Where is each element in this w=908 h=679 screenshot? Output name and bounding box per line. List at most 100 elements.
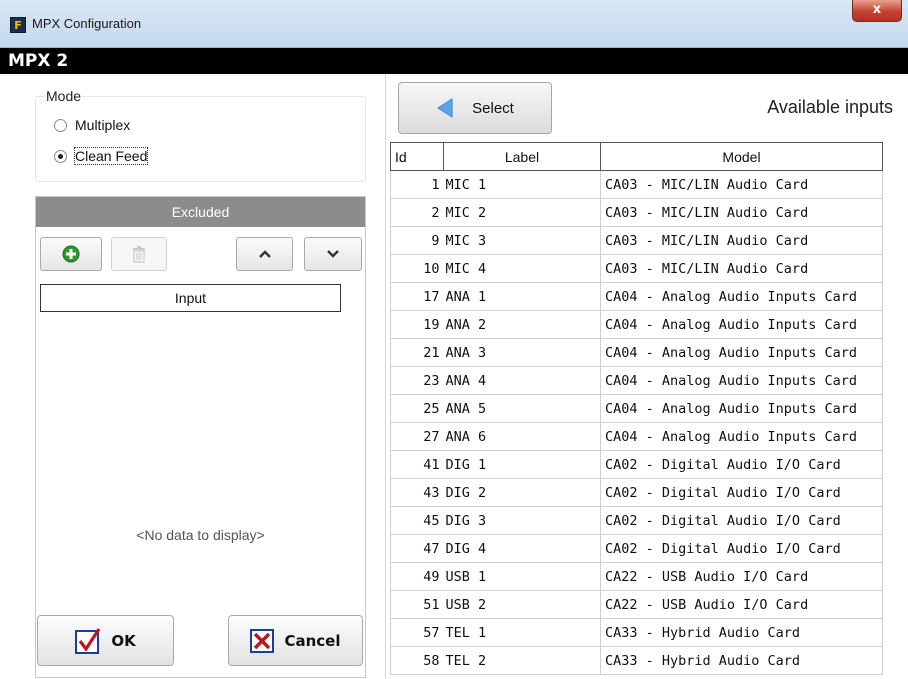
add-button[interactable] <box>40 237 102 271</box>
table-row[interactable]: 43 DIG 2 CA02 - Digital Audio I/O Card <box>390 478 883 507</box>
table-row[interactable]: 9 MIC 3 CA03 - MIC/LIN Audio Card <box>390 226 883 255</box>
row-model-cell[interactable]: CA04 - Analog Audio Inputs Card <box>600 310 883 339</box>
row-id-cell[interactable]: 21 <box>390 338 444 367</box>
close-button[interactable]: x <box>852 0 902 22</box>
row-model-cell[interactable]: CA04 - Analog Audio Inputs Card <box>600 338 883 367</box>
radio-clean-feed-label[interactable]: Clean Feed <box>73 147 149 165</box>
row-model-cell[interactable]: CA04 - Analog Audio Inputs Card <box>600 282 883 311</box>
row-label-cell[interactable]: MIC 4 <box>443 254 601 283</box>
column-header-id[interactable]: Id <box>390 142 444 171</box>
row-id-cell[interactable]: 51 <box>390 590 444 619</box>
row-label-cell[interactable]: DIG 2 <box>443 478 601 507</box>
row-label-cell[interactable]: MIC 1 <box>443 170 601 199</box>
table-row[interactable]: 19 ANA 2 CA04 - Analog Audio Inputs Card <box>390 310 883 339</box>
row-label-cell[interactable]: DIG 4 <box>443 534 601 563</box>
row-id-cell[interactable]: 47 <box>390 534 444 563</box>
table-row[interactable]: 57 TEL 1 CA33 - Hybrid Audio Card <box>390 618 883 647</box>
column-header-model[interactable]: Model <box>600 142 883 171</box>
move-up-button[interactable] <box>236 237 293 271</box>
table-row[interactable]: 49 USB 1 CA22 - USB Audio I/O Card <box>390 562 883 591</box>
row-id-cell[interactable]: 23 <box>390 366 444 395</box>
left-panel: Mode Multiplex Clean Feed Excluded Input… <box>0 74 385 679</box>
table-row[interactable]: 1 MIC 1 CA03 - MIC/LIN Audio Card <box>390 170 883 199</box>
row-id-cell[interactable]: 10 <box>390 254 444 283</box>
table-row[interactable]: 51 USB 2 CA22 - USB Audio I/O Card <box>390 590 883 619</box>
row-model-cell[interactable]: CA03 - MIC/LIN Audio Card <box>600 254 883 283</box>
radio-multiplex-indicator[interactable] <box>54 118 67 132</box>
radio-clean-feed-indicator[interactable] <box>54 149 67 163</box>
row-model-cell[interactable]: CA03 - MIC/LIN Audio Card <box>600 198 883 227</box>
row-label-cell[interactable]: USB 1 <box>443 562 601 591</box>
table-row[interactable]: 45 DIG 3 CA02 - Digital Audio I/O Card <box>390 506 883 535</box>
row-id-cell[interactable]: 1 <box>390 170 444 199</box>
row-id-cell[interactable]: 27 <box>390 422 444 451</box>
row-model-cell[interactable]: CA02 - Digital Audio I/O Card <box>600 450 883 479</box>
row-id-cell[interactable]: 17 <box>390 282 444 311</box>
row-model-cell[interactable]: CA02 - Digital Audio I/O Card <box>600 506 883 535</box>
row-id-cell[interactable]: 57 <box>390 618 444 647</box>
table-row[interactable]: 21 ANA 3 CA04 - Analog Audio Inputs Card <box>390 338 883 367</box>
row-model-cell[interactable]: CA33 - Hybrid Audio Card <box>600 618 883 647</box>
row-label-cell[interactable]: USB 2 <box>443 590 601 619</box>
table-row[interactable]: 58 TEL 2 CA33 - Hybrid Audio Card <box>390 646 883 675</box>
row-label-cell[interactable]: ANA 2 <box>443 310 601 339</box>
cancel-button[interactable]: Cancel <box>228 615 363 666</box>
table-row[interactable]: 23 ANA 4 CA04 - Analog Audio Inputs Card <box>390 366 883 395</box>
row-label-cell[interactable]: MIC 3 <box>443 226 601 255</box>
table-row[interactable]: 2 MIC 2 CA03 - MIC/LIN Audio Card <box>390 198 883 227</box>
checkmark-icon <box>75 627 101 654</box>
row-model-cell[interactable]: CA03 - MIC/LIN Audio Card <box>600 226 883 255</box>
move-down-button[interactable] <box>304 237 362 271</box>
row-label-cell[interactable]: ANA 3 <box>443 338 601 367</box>
table-row[interactable]: 27 ANA 6 CA04 - Analog Audio Inputs Card <box>390 422 883 451</box>
excluded-header: Excluded <box>36 197 365 227</box>
row-model-cell[interactable]: CA04 - Analog Audio Inputs Card <box>600 366 883 395</box>
delete-button[interactable] <box>111 237 167 271</box>
row-label-cell[interactable]: DIG 3 <box>443 506 601 535</box>
row-id-cell[interactable]: 25 <box>390 394 444 423</box>
row-label-cell[interactable]: MIC 2 <box>443 198 601 227</box>
row-model-cell[interactable]: CA04 - Analog Audio Inputs Card <box>600 422 883 451</box>
row-model-cell[interactable]: CA22 - USB Audio I/O Card <box>600 562 883 591</box>
row-id-cell[interactable]: 41 <box>390 450 444 479</box>
ok-button[interactable]: OK <box>37 615 174 666</box>
radio-multiplex-label[interactable]: Multiplex <box>75 117 130 133</box>
row-id-cell[interactable]: 43 <box>390 478 444 507</box>
arrow-left-icon <box>437 98 453 118</box>
row-id-cell[interactable]: 49 <box>390 562 444 591</box>
column-header-label[interactable]: Label <box>443 142 601 171</box>
row-label-cell[interactable]: TEL 1 <box>443 618 601 647</box>
row-label-cell[interactable]: TEL 2 <box>443 646 601 675</box>
table-row[interactable]: 17 ANA 1 CA04 - Analog Audio Inputs Card <box>390 282 883 311</box>
row-model-cell[interactable]: CA02 - Digital Audio I/O Card <box>600 534 883 563</box>
row-model-cell[interactable]: CA03 - MIC/LIN Audio Card <box>600 170 883 199</box>
excluded-panel: Excluded Input <No data to display> <box>35 196 366 678</box>
row-label-cell[interactable]: DIG 1 <box>443 450 601 479</box>
row-id-cell[interactable]: 2 <box>390 198 444 227</box>
select-button[interactable]: Select <box>398 82 552 134</box>
row-label-cell[interactable]: ANA 6 <box>443 422 601 451</box>
row-id-cell[interactable]: 9 <box>390 226 444 255</box>
trash-icon <box>133 245 145 263</box>
empty-state-text: <No data to display> <box>136 527 265 543</box>
row-model-cell[interactable]: CA33 - Hybrid Audio Card <box>600 646 883 675</box>
mode-legend: Mode <box>44 88 84 104</box>
row-id-cell[interactable]: 58 <box>390 646 444 675</box>
input-column-header[interactable]: Input <box>40 284 341 312</box>
radio-multiplex[interactable]: Multiplex <box>54 117 130 133</box>
row-label-cell[interactable]: ANA 1 <box>443 282 601 311</box>
row-model-cell[interactable]: CA22 - USB Audio I/O Card <box>600 590 883 619</box>
row-id-cell[interactable]: 45 <box>390 506 444 535</box>
row-label-cell[interactable]: ANA 5 <box>443 394 601 423</box>
row-id-cell[interactable]: 19 <box>390 310 444 339</box>
window-titlebar: F MPX Configuration x <box>0 0 908 48</box>
radio-clean-feed[interactable]: Clean Feed <box>54 147 149 165</box>
table-row[interactable]: 41 DIG 1 CA02 - Digital Audio I/O Card <box>390 450 883 479</box>
table-row[interactable]: 10 MIC 4 CA03 - MIC/LIN Audio Card <box>390 254 883 283</box>
table-header-row: Id Label Model <box>390 142 883 171</box>
table-row[interactable]: 47 DIG 4 CA02 - Digital Audio I/O Card <box>390 534 883 563</box>
row-label-cell[interactable]: ANA 4 <box>443 366 601 395</box>
table-row[interactable]: 25 ANA 5 CA04 - Analog Audio Inputs Card <box>390 394 883 423</box>
row-model-cell[interactable]: CA02 - Digital Audio I/O Card <box>600 478 883 507</box>
row-model-cell[interactable]: CA04 - Analog Audio Inputs Card <box>600 394 883 423</box>
